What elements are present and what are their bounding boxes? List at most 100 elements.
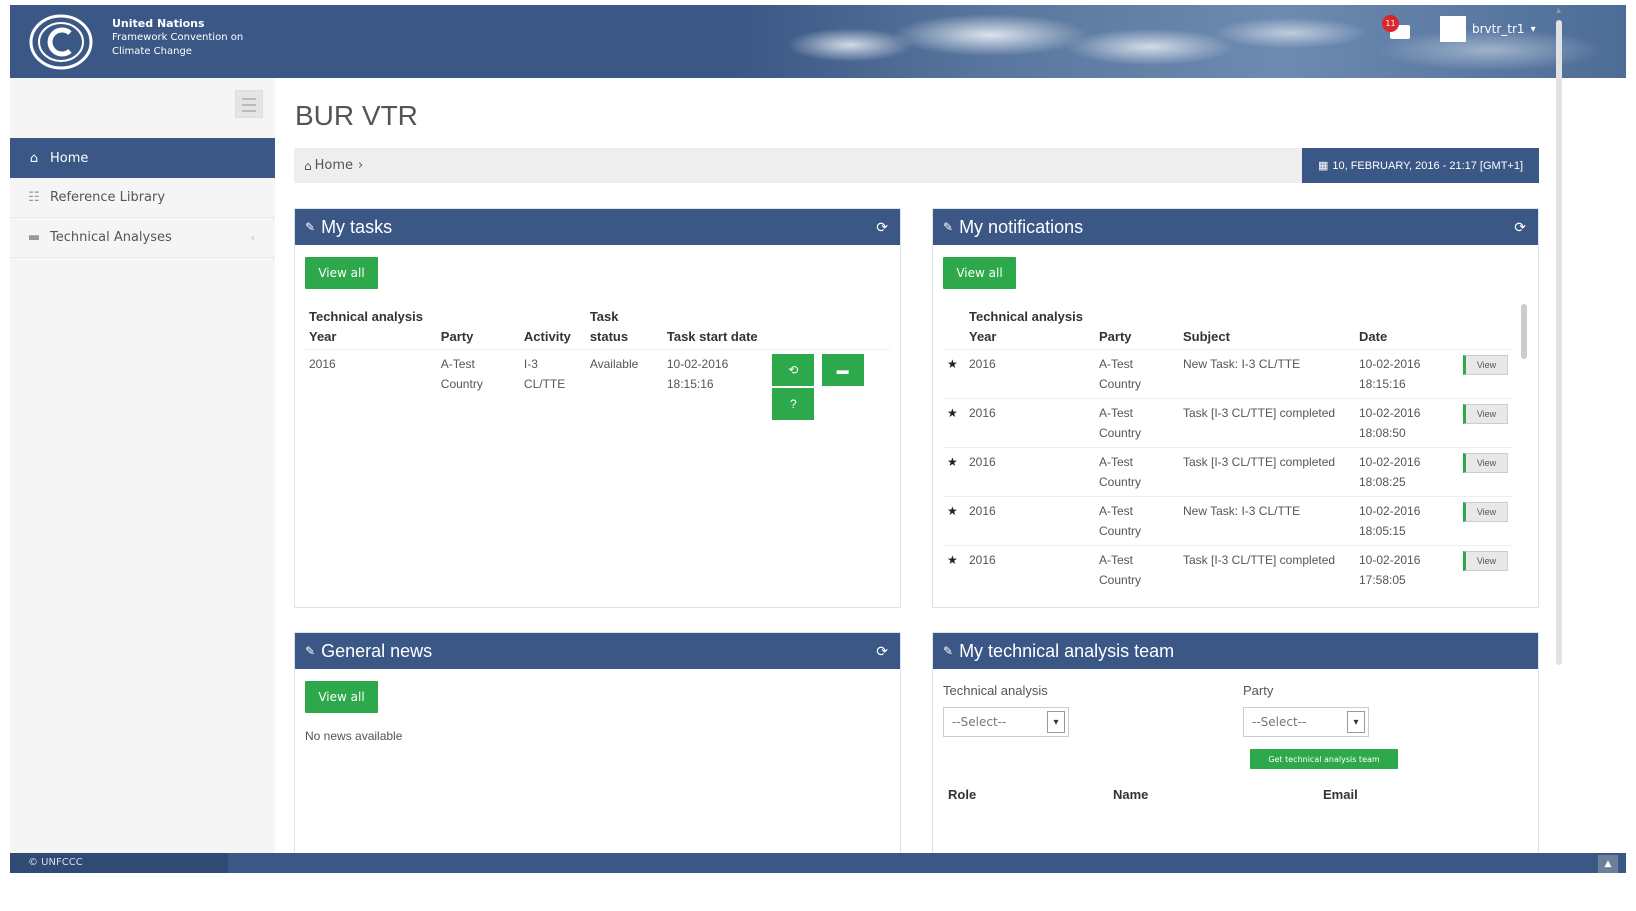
party-select[interactable]: --Select-- ▾ bbox=[1243, 707, 1369, 737]
edit-icon: ✎ bbox=[943, 644, 954, 658]
notification-party: A-Test Country bbox=[1099, 553, 1142, 587]
table-row: 2016 A-Test Country I-3 CL/TTE Available… bbox=[305, 349, 890, 425]
panel-title: General news bbox=[321, 640, 433, 661]
username: brvtr_tr1 bbox=[1472, 22, 1525, 36]
breadcrumb-separator: › bbox=[358, 158, 364, 173]
technical-analysis-select[interactable]: --Select-- ▾ bbox=[943, 707, 1069, 737]
sidebar-item-label: Home bbox=[50, 150, 89, 166]
notification-subject: New Task: I-3 CL/TTE bbox=[1183, 504, 1301, 518]
avatar bbox=[1440, 16, 1466, 42]
column-header: Subject bbox=[1183, 329, 1230, 344]
view-notification-button[interactable]: View bbox=[1463, 453, 1508, 473]
view-notification-button[interactable]: View bbox=[1463, 502, 1508, 522]
task-year: 2016 bbox=[309, 357, 336, 371]
notification-year: 2016 bbox=[969, 406, 996, 420]
column-header: Role bbox=[948, 787, 977, 802]
table-row: ★ 2016 A-Test Country Task [I-3 CL/TTE] com… bbox=[943, 447, 1513, 497]
folder-icon: ▬ bbox=[836, 363, 849, 377]
notification-date: 10-02-2016 18:05:15 bbox=[1359, 504, 1421, 538]
column-header: Technical analysis Year bbox=[969, 309, 1083, 344]
sidebar: ⌂ Home ☷ Reference Library ▬ Technical A… bbox=[10, 78, 275, 853]
select-value: --Select-- bbox=[952, 715, 1007, 729]
star-icon: ★ bbox=[947, 406, 958, 420]
column-header: Party bbox=[1099, 329, 1132, 344]
general-news-header: ✎ General news ⟳ bbox=[295, 633, 900, 669]
sidebar-toggle-button[interactable] bbox=[235, 90, 263, 118]
star-icon: ★ bbox=[947, 455, 958, 469]
org-line-1: United Nations bbox=[112, 17, 205, 30]
general-news-panel: ✎ General news ⟳ View all No news availa… bbox=[294, 632, 901, 862]
my-tasks-panel: ✎ My tasks ⟳ View all Technical analysis… bbox=[294, 208, 901, 608]
back-to-top-button[interactable]: ▲ bbox=[1598, 855, 1618, 873]
page-scrollbar[interactable] bbox=[1556, 20, 1562, 665]
refresh-icon[interactable]: ⟳ bbox=[876, 643, 888, 660]
help-label: ? bbox=[789, 397, 797, 411]
notification-count-badge: 11 bbox=[1382, 15, 1399, 32]
menu-icon bbox=[242, 98, 256, 100]
edit-icon: ✎ bbox=[943, 220, 954, 234]
refresh-icon[interactable]: ⟳ bbox=[876, 219, 888, 236]
sidebar-item-technical-analyses[interactable]: ▬ Technical Analyses ‹ bbox=[10, 218, 275, 258]
calendar-icon: ▦ bbox=[1317, 160, 1329, 172]
get-team-button[interactable]: Get technical analysis team bbox=[1250, 749, 1398, 769]
footer: © UNFCCC ▲ bbox=[10, 853, 1626, 873]
my-notifications-header: ✎ My notifications ⟳ bbox=[933, 209, 1538, 245]
folder-icon: ▬ bbox=[27, 230, 41, 245]
notifications-scrollbar[interactable] bbox=[1521, 304, 1527, 359]
current-datetime: ▦ 10, FEBRUARY, 2016 - 21:17 [GMT+1] bbox=[1302, 148, 1539, 183]
home-icon: ⌂ bbox=[304, 158, 312, 173]
datetime-text: 10, FEBRUARY, 2016 - 21:17 [GMT+1] bbox=[1332, 159, 1524, 172]
chevron-down-icon: ▾ bbox=[1047, 711, 1065, 733]
my-notifications-panel: ✎ My notifications ⟳ View all Technical … bbox=[932, 208, 1539, 608]
task-party: A-Test Country bbox=[440, 357, 483, 391]
sidebar-item-label: Technical Analyses bbox=[50, 230, 172, 245]
view-all-notifications-button[interactable]: View all bbox=[943, 257, 1016, 289]
sidebar-item-home[interactable]: ⌂ Home bbox=[10, 138, 275, 178]
edit-icon: ✎ bbox=[305, 644, 316, 658]
breadcrumb-home-link[interactable]: Home bbox=[315, 158, 353, 173]
panel-title: My notifications bbox=[959, 216, 1084, 237]
org-line-3: Climate Change bbox=[112, 46, 192, 57]
open-task-button[interactable]: ⟲ bbox=[772, 354, 815, 386]
view-notification-button[interactable]: View bbox=[1463, 404, 1508, 424]
chevron-down-icon: ▾ bbox=[1347, 711, 1365, 733]
notification-actions: View bbox=[1459, 350, 1513, 399]
notification-date: 10-02-2016 17:58:05 bbox=[1359, 553, 1421, 587]
table-header-row: Technical analysis Year Party Activity T… bbox=[305, 305, 890, 350]
task-actions: ⟲ ▬ ? bbox=[768, 350, 890, 425]
task-help-button[interactable]: ? bbox=[772, 388, 815, 420]
scroll-up-arrow-icon[interactable]: ▴ bbox=[1556, 5, 1561, 16]
notifications-table: Technical analysis Year Party Subject Da… bbox=[943, 305, 1513, 594]
notification-actions: View bbox=[1459, 497, 1513, 546]
tasks-table: Technical analysis Year Party Activity T… bbox=[305, 305, 890, 424]
refresh-icon[interactable]: ⟳ bbox=[1514, 219, 1526, 236]
notification-subject: Task [I-3 CL/TTE] completed bbox=[1183, 406, 1336, 420]
panel-title: My technical analysis team bbox=[959, 640, 1175, 661]
column-header: Activity bbox=[523, 329, 571, 344]
sidebar-item-reference-library[interactable]: ☷ Reference Library bbox=[10, 178, 275, 218]
no-news-message: No news available bbox=[305, 729, 403, 743]
top-header: United Nations Framework Convention on C… bbox=[10, 5, 1626, 78]
column-header: Task status bbox=[589, 309, 629, 344]
org-line-2: Framework Convention on bbox=[112, 32, 244, 43]
view-all-tasks-button[interactable]: View all bbox=[305, 257, 378, 289]
unfccc-logo[interactable] bbox=[28, 13, 94, 71]
notification-party: A-Test Country bbox=[1099, 406, 1142, 440]
open-folder-button[interactable]: ▬ bbox=[821, 354, 864, 386]
table-row: ★ 2016 A-Test Country Task [I-3 CL/TTE] com… bbox=[943, 545, 1513, 595]
column-header: Technical analysis Year bbox=[309, 309, 423, 344]
view-notification-button[interactable]: View bbox=[1463, 551, 1508, 571]
view-all-news-button[interactable]: View all bbox=[305, 681, 378, 713]
party-label: Party bbox=[1243, 683, 1274, 698]
notification-subject: New Task: I-3 CL/TTE bbox=[1183, 357, 1301, 371]
user-menu[interactable]: brvtr_tr1 ▾ bbox=[1440, 15, 1536, 43]
notification-year: 2016 bbox=[969, 357, 996, 371]
notification-party: A-Test Country bbox=[1099, 357, 1142, 391]
notifications-button[interactable]: 11 bbox=[1382, 15, 1414, 41]
column-header: Name bbox=[1113, 787, 1149, 802]
notification-party: A-Test Country bbox=[1099, 455, 1142, 489]
refresh-icon: ⟲ bbox=[788, 363, 799, 377]
home-icon: ⌂ bbox=[29, 150, 39, 166]
view-notification-button[interactable]: View bbox=[1463, 355, 1508, 375]
chevron-up-icon: ▲ bbox=[1604, 859, 1612, 869]
